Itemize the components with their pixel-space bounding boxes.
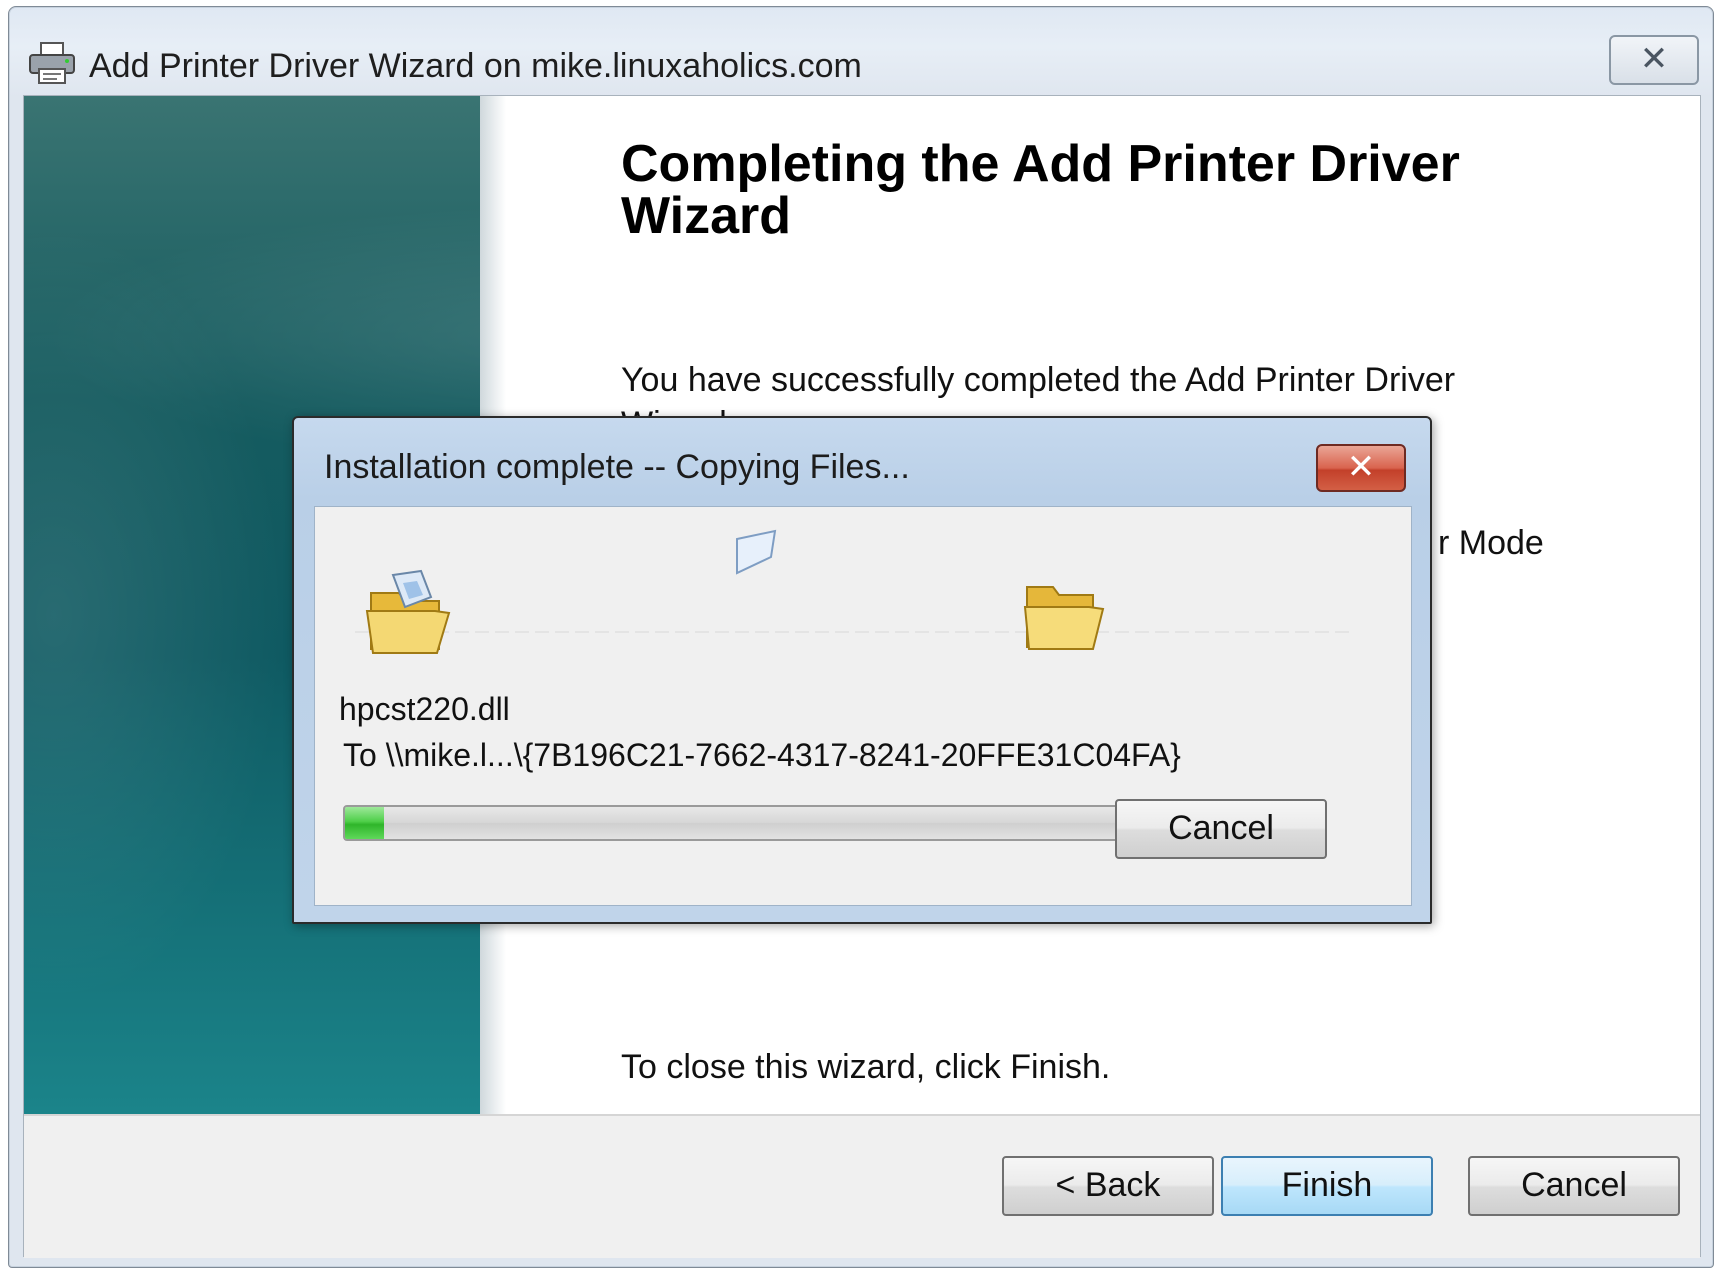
dialog-body: hpcst220.dll To \\mike.l...\{7B196C21-76… <box>314 506 1412 906</box>
dialog-close-button[interactable]: ✕ <box>1316 444 1406 492</box>
page-heading: Completing the Add Printer Driver Wizard <box>621 135 1460 245</box>
copying-files-dialog: Installation complete -- Copying Files..… <box>292 416 1432 924</box>
success-message-container: You have successfully completed the Add … <box>621 358 1521 416</box>
copy-progress-bar <box>343 805 1129 841</box>
printer-icon <box>29 42 75 84</box>
destination-path: To \\mike.l...\{7B196C21-7662-4317-8241-… <box>343 737 1181 773</box>
success-message: You have successfully completed the Add … <box>621 361 1456 416</box>
paper-sheet-icon <box>736 529 777 575</box>
dialog-title: Installation complete -- Copying Files..… <box>324 448 910 486</box>
title-bar[interactable]: Add Printer Driver Wizard on mike.linuxa… <box>9 7 1713 95</box>
window-close-button[interactable]: ✕ <box>1609 35 1699 85</box>
close-icon: ✕ <box>1639 40 1669 78</box>
finish-button[interactable]: Finish <box>1221 1156 1433 1216</box>
button-bar: < Back Finish Cancel <box>24 1114 1700 1258</box>
copy-animation-track <box>355 631 1355 633</box>
partially-hidden-text: r Mode <box>1438 524 1544 562</box>
open-folder-icon <box>365 569 451 654</box>
file-name: hpcst220.dll <box>339 691 510 727</box>
progress-fill <box>345 807 385 839</box>
back-button[interactable]: < Back <box>1002 1156 1214 1216</box>
dialog-cancel-button[interactable]: Cancel <box>1115 799 1327 859</box>
cancel-button[interactable]: Cancel <box>1468 1156 1680 1216</box>
closing-instruction: To close this wizard, click Finish. <box>621 1048 1111 1086</box>
close-icon: ✕ <box>1346 448 1376 486</box>
window-title: Add Printer Driver Wizard on mike.linuxa… <box>89 47 862 85</box>
folder-icon <box>1023 586 1105 650</box>
